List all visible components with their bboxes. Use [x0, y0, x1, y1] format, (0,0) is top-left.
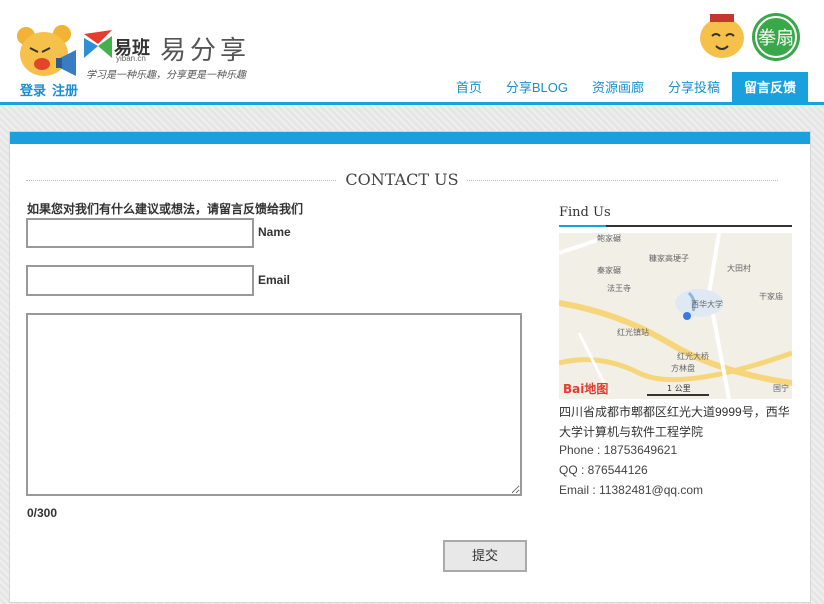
nav-gallery[interactable]: 资源画廊 — [580, 72, 656, 103]
nav-feedback[interactable]: 留言反馈 — [731, 72, 808, 103]
contact-title: CONTACT US — [337, 170, 467, 189]
email-text: Email : 11382481@qq.com — [559, 483, 704, 497]
map-label-7: 干家庙 — [759, 291, 783, 301]
register-link[interactable]: 注册 — [52, 83, 78, 98]
location-map[interactable]: 鲍家碾 糠家高埂子 秦家碾 大田村 法王寺 西华大学 干家庙 红光镇站 红光大桥… — [559, 233, 792, 399]
map-label-6: 西华大学 — [691, 299, 723, 309]
site-title: 易分享 — [160, 36, 251, 66]
map-label-3: 秦家碾 — [597, 265, 621, 275]
header: 易班 yiban.cn 易分享 学习是一种乐趣，分享更是一种乐趣 登录 注册 拳扇… — [0, 0, 824, 103]
svg-text:拳扇: 拳扇 — [758, 28, 794, 49]
yiban-logo-icon — [84, 30, 112, 58]
map-label-5: 法王寺 — [607, 283, 631, 293]
qq-text: QQ : 876544126 — [559, 463, 648, 477]
yiban-logo[interactable]: 易班 yiban.cn — [84, 30, 150, 65]
message-textarea[interactable] — [26, 313, 522, 496]
name-label: Name — [258, 225, 291, 239]
map-label-4: 大田村 — [727, 263, 751, 273]
main-nav: 首页 分享BLOG 资源画廊 分享投稿 留言反馈 — [444, 72, 808, 103]
header-divider — [0, 102, 824, 105]
map-label-9: 红光大桥 — [677, 351, 709, 361]
find-us-underline-dark — [606, 225, 792, 227]
auth-links: 登录 注册 — [20, 80, 84, 99]
nav-home[interactable]: 首页 — [444, 72, 494, 103]
mascot-badge-icons: 拳扇 — [700, 13, 800, 61]
login-link[interactable]: 登录 — [20, 83, 46, 98]
name-input[interactable] — [26, 218, 254, 248]
find-us-title: Find Us — [559, 205, 611, 220]
map-brand: Bai地图 — [563, 381, 608, 396]
address-text: 四川省成都市郫都区红光大道9999号，西华大学计算机与软件工程学院 — [559, 405, 790, 439]
email-input[interactable] — [26, 265, 254, 296]
phone-text: Phone : 18753649621 — [559, 443, 678, 457]
char-counter: 0/300 — [27, 506, 58, 520]
map-scale: 1 公里 — [667, 384, 691, 393]
slogan: 学习是一种乐趣，分享更是一种乐趣 — [86, 70, 246, 81]
submit-button[interactable]: 提交 — [443, 540, 527, 572]
bear-mascot-icon — [17, 25, 76, 76]
card-accent-bar — [10, 132, 810, 144]
email-label: Email — [258, 273, 291, 287]
feedback-prompt: 如果您对我们有什么建议或想法，请留言反馈给我们 — [27, 202, 304, 216]
map-label-8: 红光镇站 — [617, 327, 649, 337]
nav-blog[interactable]: 分享BLOG — [494, 72, 580, 103]
contact-card: CONTACT US 如果您对我们有什么建议或想法，请留言反馈给我们 Name … — [9, 131, 811, 603]
map-label-2: 糠家高埂子 — [649, 253, 689, 263]
map-label-10: 方林盘 — [671, 363, 695, 373]
map-label-1: 鲍家碾 — [597, 233, 621, 243]
nav-submit[interactable]: 分享投稿 — [656, 72, 732, 103]
contact-title-row: CONTACT US — [26, 170, 778, 190]
logo-sub: yiban.cn — [116, 54, 146, 63]
map-label-11: 国宁 — [773, 383, 789, 393]
